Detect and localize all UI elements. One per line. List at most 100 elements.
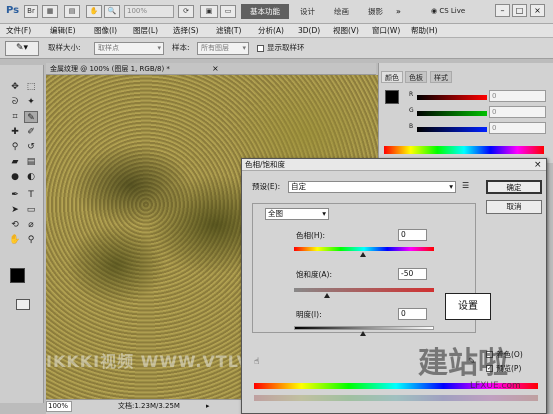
sample-size-select[interactable]: 取样点 ▾	[94, 42, 164, 55]
menu-help[interactable]: 帮助(H)	[411, 24, 438, 38]
channel-r-label: R	[409, 91, 414, 98]
grid-icon[interactable]: ▤	[64, 5, 80, 18]
menu-file[interactable]: 文件(F)	[6, 24, 31, 38]
menu-select[interactable]: 选择(S)	[173, 24, 199, 38]
menu-image[interactable]: 图像(I)	[94, 24, 117, 38]
zoom-level-select[interactable]: 100%	[124, 5, 174, 18]
lasso-tool-icon[interactable]: ᘐ	[8, 96, 22, 108]
tab-styles[interactable]: 样式	[430, 71, 452, 83]
hue-slider-track[interactable]	[294, 247, 434, 251]
restore-button[interactable]: □	[512, 4, 527, 17]
saturation-slider-track[interactable]	[294, 288, 434, 292]
lightness-field[interactable]: 0	[398, 308, 427, 320]
tab-swatches[interactable]: 色板	[405, 71, 427, 83]
hand-tool-icon[interactable]: ✋	[8, 234, 22, 246]
status-menu-arrow-icon[interactable]: ▸	[206, 401, 210, 412]
chevron-down-icon: ▾	[449, 182, 453, 191]
color-spectrum-bar[interactable]	[384, 146, 544, 154]
chevron-down-icon: ▾	[242, 44, 246, 52]
shape-tool-icon[interactable]: ▭	[24, 204, 38, 216]
3d-camera-tool-icon[interactable]: ⌀	[24, 219, 38, 231]
minimize-button[interactable]: –	[495, 4, 510, 17]
clone-stamp-tool-icon[interactable]: ⚲	[8, 141, 22, 153]
mini-bridge-icon[interactable]: ▦	[42, 5, 58, 18]
channel-g-slider[interactable]	[417, 111, 487, 116]
dialog-title-bar[interactable]: 色相/饱和度 ×	[242, 159, 546, 171]
channel-b-field[interactable]: 0	[489, 122, 546, 134]
eyedropper-preset-icon[interactable]: ✎▾	[5, 41, 39, 56]
lightness-slider-thumb[interactable]	[360, 331, 366, 336]
rotate-view-icon[interactable]: ⟳	[178, 5, 194, 18]
quick-mask-icon[interactable]	[16, 299, 30, 310]
preset-options-icon[interactable]: ☰	[462, 181, 469, 190]
hue-slider-thumb[interactable]	[360, 252, 366, 257]
workspace-design-tab[interactable]: 设计	[300, 4, 315, 19]
workspace-photography-tab[interactable]: 摄影	[368, 4, 383, 19]
preset-select[interactable]: 自定 ▾	[288, 181, 456, 193]
hue-field[interactable]: 0	[398, 229, 427, 241]
quick-select-tool-icon[interactable]: ✦	[24, 96, 38, 108]
foreground-color-swatch[interactable]	[10, 268, 25, 283]
workspace-essentials-button[interactable]: 基本功能	[241, 4, 289, 19]
eraser-tool-icon[interactable]: ▰	[8, 156, 22, 168]
sample-select[interactable]: 所有图层 ▾	[197, 42, 249, 55]
menu-analysis[interactable]: 分析(A)	[258, 24, 284, 38]
hand-tool-icon[interactable]: ✋	[86, 5, 102, 18]
channel-g-label: G	[409, 107, 414, 114]
menu-window[interactable]: 窗口(W)	[372, 24, 400, 38]
hue-label: 色相(H):	[296, 231, 326, 240]
channel-r-slider[interactable]	[417, 95, 487, 100]
menu-view[interactable]: 视图(V)	[333, 24, 359, 38]
ok-button[interactable]: 确定	[486, 180, 542, 194]
cancel-button[interactable]: 取消	[486, 200, 542, 214]
marquee-tool-icon[interactable]: ⬚	[24, 81, 38, 93]
saturation-slider-thumb[interactable]	[324, 293, 330, 298]
tab-color[interactable]: 颜色	[381, 71, 403, 83]
eyedropper-tool-icon[interactable]: ✎	[24, 111, 38, 123]
annotation-callout: 设置	[445, 293, 491, 320]
preset-value: 自定	[291, 182, 306, 191]
blur-tool-icon[interactable]: ●	[8, 171, 22, 183]
zoom-tool-icon[interactable]: ⚲	[24, 234, 38, 246]
bridge-icon[interactable]: Br	[24, 5, 38, 18]
document-close-icon[interactable]: ×	[212, 63, 219, 75]
close-button[interactable]: ×	[530, 4, 545, 17]
cs-live-button[interactable]: ◉ CS Live	[431, 5, 465, 18]
brush-tool-icon[interactable]: ✐	[24, 126, 38, 138]
document-tab[interactable]: 金属纹理 @ 100% (图层 1, RGB/8) * ×	[46, 63, 376, 75]
target-adjustment-icon[interactable]: ☝	[254, 357, 259, 367]
menu-layer[interactable]: 图层(L)	[133, 24, 158, 38]
panel-foreground-swatch[interactable]	[385, 90, 399, 104]
gradient-tool-icon[interactable]: ▤	[24, 156, 38, 168]
crop-tool-icon[interactable]: ⌗	[8, 111, 22, 123]
menu-bar: 文件(F) 编辑(E) 图像(I) 图层(L) 选择(S) 滤镜(T) 分析(A…	[0, 24, 553, 38]
type-tool-icon[interactable]: T	[24, 189, 38, 201]
move-tool-icon[interactable]: ✥	[8, 81, 22, 93]
dodge-tool-icon[interactable]: ◐	[24, 171, 38, 183]
history-brush-tool-icon[interactable]: ↺	[24, 141, 38, 153]
menu-edit[interactable]: 编辑(E)	[50, 24, 76, 38]
menu-filter[interactable]: 滤镜(T)	[216, 24, 241, 38]
color-range-bar-bottom	[254, 395, 538, 401]
show-ring-checkbox[interactable]	[257, 45, 264, 52]
channel-g-field[interactable]: 0	[489, 106, 546, 118]
adjustment-group	[252, 203, 476, 333]
zoom-readout[interactable]: 100%	[46, 401, 72, 412]
lightness-slider-track[interactable]	[294, 326, 434, 330]
3d-rotate-tool-icon[interactable]: ⟲	[8, 219, 22, 231]
menu-3d[interactable]: 3D(D)	[298, 24, 320, 38]
more-workspaces-icon[interactable]: »	[396, 4, 401, 19]
range-select[interactable]: 全图 ▾	[265, 208, 329, 220]
pen-tool-icon[interactable]: ✒	[8, 189, 22, 201]
channel-b-slider[interactable]	[417, 127, 487, 132]
path-select-tool-icon[interactable]: ➤	[8, 204, 22, 216]
chevron-down-icon: ▾	[322, 209, 326, 218]
workspace-painting-tab[interactable]: 绘画	[334, 4, 349, 19]
zoom-tool-icon[interactable]: 🔍	[104, 5, 120, 18]
screen-mode-icon[interactable]: ▭	[220, 5, 236, 18]
arrange-documents-icon[interactable]: ▣	[200, 5, 218, 18]
healing-brush-tool-icon[interactable]: ✚	[8, 126, 22, 138]
dialog-close-icon[interactable]: ×	[534, 159, 542, 171]
saturation-field[interactable]: -50	[398, 268, 427, 280]
channel-r-field[interactable]: 0	[489, 90, 546, 102]
